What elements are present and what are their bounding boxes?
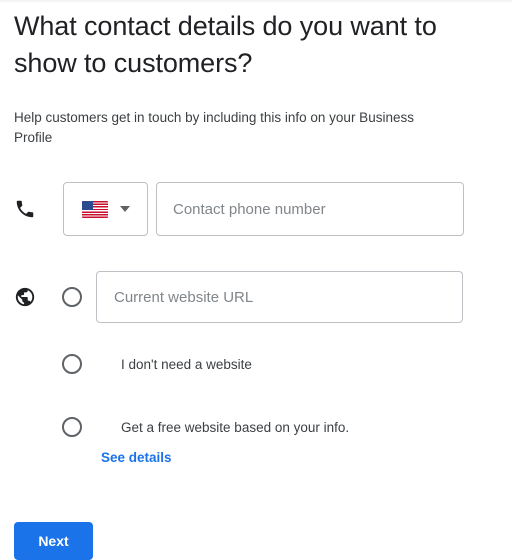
next-button[interactable]: Next — [14, 522, 93, 560]
globe-icon — [14, 286, 36, 308]
radio-no-website[interactable] — [62, 354, 82, 374]
option-no-website[interactable]: I don't need a website — [62, 354, 252, 375]
option-no-website-label: I don't need a website — [121, 357, 252, 372]
country-code-select[interactable] — [63, 182, 148, 236]
us-flag-icon — [81, 200, 108, 218]
phone-icon — [14, 198, 36, 220]
contact-phone-input[interactable] — [156, 182, 464, 236]
current-website-row — [0, 271, 512, 323]
option-free-website[interactable]: Get a free website based on your info. — [62, 417, 349, 438]
phone-row — [0, 181, 512, 237]
option-free-website-label: Get a free website based on your info. — [121, 420, 350, 435]
chevron-down-icon — [119, 206, 130, 212]
contact-details-form: What contact details do you want to show… — [0, 0, 512, 560]
page-title: What contact details do you want to show… — [14, 11, 437, 78]
current-website-url-input[interactable] — [96, 271, 463, 323]
page-description: Help customers get in touch by including… — [14, 110, 414, 145]
see-details-link[interactable]: See details — [101, 450, 172, 465]
radio-current-website[interactable] — [62, 287, 82, 307]
radio-free-website[interactable] — [62, 417, 82, 437]
